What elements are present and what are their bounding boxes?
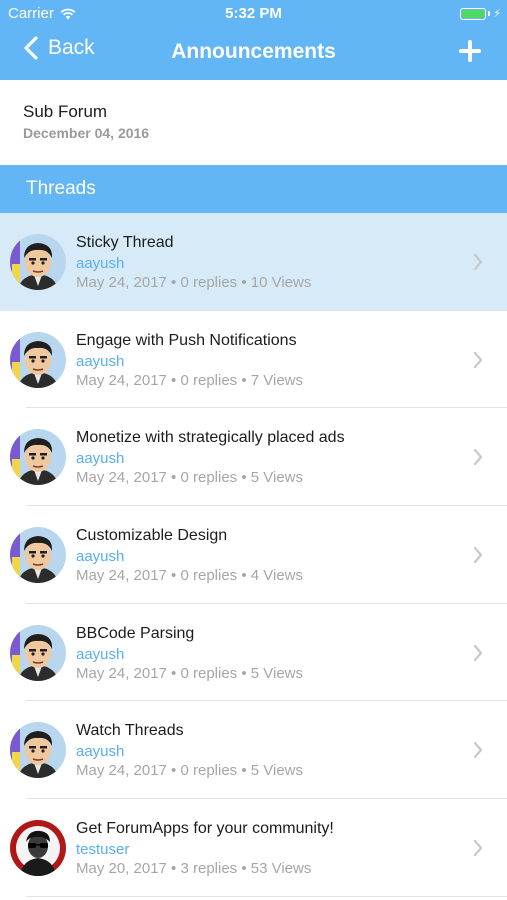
battery-icon: ⚡ bbox=[460, 7, 501, 20]
thread-author[interactable]: testuser bbox=[76, 841, 129, 858]
thread-list: Sticky Thread aayush May 24, 2017 • 0 repl… bbox=[0, 213, 507, 897]
thread-author[interactable]: aayush bbox=[76, 743, 124, 760]
thread-title: Watch Threads bbox=[76, 722, 184, 740]
thread-row[interactable]: Engage with Push Notifications aayush May … bbox=[0, 310, 507, 409]
status-time: 5:32 PM bbox=[225, 5, 282, 22]
avatar bbox=[10, 234, 66, 290]
subforum-title: Sub Forum bbox=[23, 102, 108, 121]
chevron-right-icon bbox=[473, 644, 483, 662]
avatar bbox=[10, 722, 66, 779]
plus-icon[interactable] bbox=[459, 40, 481, 62]
thread-row[interactable]: Get ForumApps for your community! testuse… bbox=[0, 799, 507, 897]
thread-meta: May 24, 2017 • 0 replies • 10 Views bbox=[76, 274, 312, 291]
thread-author[interactable]: aayush bbox=[76, 646, 124, 663]
thread-meta: May 24, 2017 • 0 replies • 5 Views bbox=[76, 762, 304, 780]
thread-row[interactable]: BBCode Parsing aayush May 24, 2017 • 0 rep… bbox=[0, 603, 507, 702]
subforum-header: Sub Forum December 04, 2016 bbox=[0, 80, 507, 165]
back-label: Back bbox=[48, 36, 95, 59]
row-divider bbox=[26, 895, 507, 897]
chevron-right-icon bbox=[473, 253, 483, 271]
chevron-right-icon bbox=[473, 351, 483, 369]
navigation-bar: Carrier 5:32 PM ⚡ Back Announcements bbox=[0, 0, 507, 80]
chevron-right-icon bbox=[473, 839, 483, 857]
back-button[interactable]: Back bbox=[24, 36, 95, 60]
chevron-left-icon bbox=[24, 36, 38, 60]
avatar bbox=[10, 527, 66, 584]
thread-row[interactable]: Watch Threads aayush May 24, 2017 • 0 repl… bbox=[0, 701, 507, 800]
thread-meta: May 24, 2017 • 0 replies • 7 Views bbox=[76, 371, 304, 389]
avatar bbox=[10, 624, 66, 681]
thread-title: Sticky Thread bbox=[76, 234, 174, 251]
avatar bbox=[10, 331, 66, 388]
thread-row[interactable]: Sticky Thread aayush May 24, 2017 • 0 repl… bbox=[0, 213, 507, 311]
chevron-right-icon bbox=[473, 546, 483, 564]
chevron-right-icon bbox=[473, 741, 483, 759]
thread-row[interactable]: Customizable Design aayush May 24, 2017 • … bbox=[0, 506, 507, 604]
threads-section-header: Threads bbox=[0, 165, 507, 213]
charging-icon: ⚡ bbox=[493, 8, 501, 20]
thread-title: BBCode Parsing bbox=[76, 624, 195, 642]
avatar bbox=[10, 820, 66, 877]
thread-meta: May 24, 2017 • 0 replies • 5 Views bbox=[76, 664, 304, 682]
thread-meta: May 24, 2017 • 0 replies • 5 Views bbox=[76, 469, 304, 487]
thread-title: Monetize with strategically placed ads bbox=[76, 429, 345, 447]
thread-author[interactable]: aayush bbox=[76, 548, 124, 565]
subforum-date: December 04, 2016 bbox=[23, 125, 150, 141]
thread-title: Engage with Push Notifications bbox=[76, 331, 297, 349]
avatar bbox=[10, 429, 66, 486]
thread-meta: May 20, 2017 • 3 replies • 53 Views bbox=[76, 860, 312, 878]
chevron-right-icon bbox=[473, 448, 483, 466]
thread-meta: May 24, 2017 • 0 replies • 4 Views bbox=[76, 567, 304, 585]
thread-title: Get ForumApps for your community! bbox=[76, 820, 334, 838]
thread-title: Customizable Design bbox=[76, 527, 228, 545]
section-label: Threads bbox=[26, 178, 96, 199]
status-bar: Carrier 5:32 PM ⚡ bbox=[0, 0, 507, 28]
thread-author[interactable]: aayush bbox=[76, 353, 124, 370]
thread-author[interactable]: aayush bbox=[76, 255, 124, 272]
thread-row[interactable]: Monetize with strategically placed ads aa… bbox=[0, 408, 507, 507]
thread-author[interactable]: aayush bbox=[76, 450, 124, 467]
